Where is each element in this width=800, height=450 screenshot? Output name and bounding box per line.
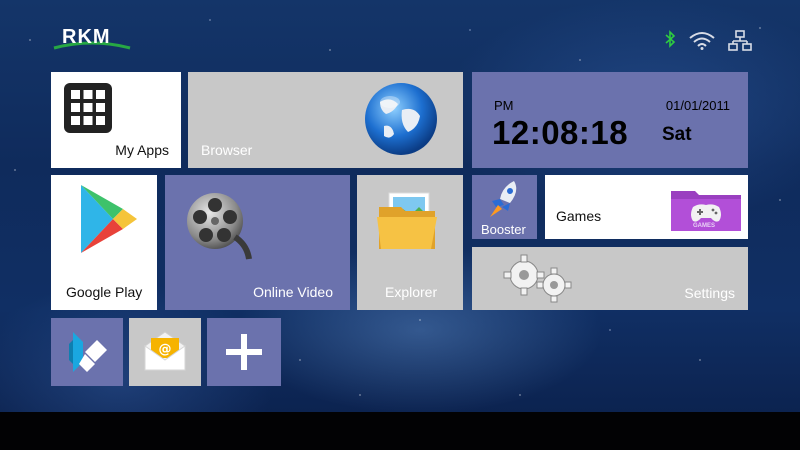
shortcut-kodi[interactable]	[51, 318, 123, 386]
folder-icon	[377, 192, 437, 249]
shortcut-email[interactable]: @	[129, 318, 201, 386]
wifi-icon	[688, 30, 716, 55]
games-badge-text: GAMES	[693, 223, 716, 229]
rocket-icon	[490, 181, 517, 217]
google-play-icon	[81, 185, 137, 253]
tile-settings[interactable]: Settings	[472, 247, 748, 310]
tile-explorer[interactable]: Explorer	[357, 175, 463, 310]
gears-icon	[503, 254, 572, 303]
clock-date: 01/01/2011	[665, 98, 730, 113]
svg-text:@: @	[159, 342, 172, 357]
add-icon	[226, 334, 262, 370]
tile-online-video[interactable]: Online Video	[165, 175, 350, 310]
tile-clock[interactable]: PM 01/01/2011 12:08:18 Sat	[472, 72, 748, 168]
games-folder-icon: GAMES	[669, 183, 743, 233]
bluetooth-icon	[664, 30, 676, 53]
globe-icon	[365, 83, 437, 155]
tile-online-video-label: Online Video	[253, 284, 333, 300]
tile-my-apps[interactable]: My Apps	[51, 72, 181, 168]
clock-ampm: PM	[494, 98, 514, 113]
clock-day: Sat	[662, 124, 692, 145]
bottom-bar	[0, 412, 800, 450]
tile-booster[interactable]: Booster	[472, 175, 537, 239]
tile-booster-label: Booster	[481, 222, 526, 237]
apps-grid-icon	[64, 83, 112, 133]
add-shortcut-button[interactable]	[207, 318, 281, 386]
logo-text: RKM	[62, 26, 111, 48]
film-reel-icon	[187, 193, 252, 260]
tile-games-label: Games	[556, 208, 602, 224]
email-icon: @	[144, 331, 186, 371]
clock-time: 12:08:18	[492, 114, 629, 151]
brand-logo: RKM	[52, 24, 132, 52]
tile-browser[interactable]: Browser	[188, 72, 463, 168]
kodi-icon	[69, 332, 107, 372]
tile-my-apps-label: My Apps	[115, 142, 169, 158]
tile-settings-label: Settings	[684, 285, 735, 301]
tile-browser-label: Browser	[201, 142, 253, 158]
tile-games[interactable]: Games GAMES	[545, 175, 748, 239]
tile-google-play[interactable]: Google Play	[51, 175, 157, 310]
tile-explorer-label: Explorer	[385, 284, 438, 300]
ethernet-icon	[728, 30, 752, 57]
tile-google-play-label: Google Play	[66, 284, 143, 300]
